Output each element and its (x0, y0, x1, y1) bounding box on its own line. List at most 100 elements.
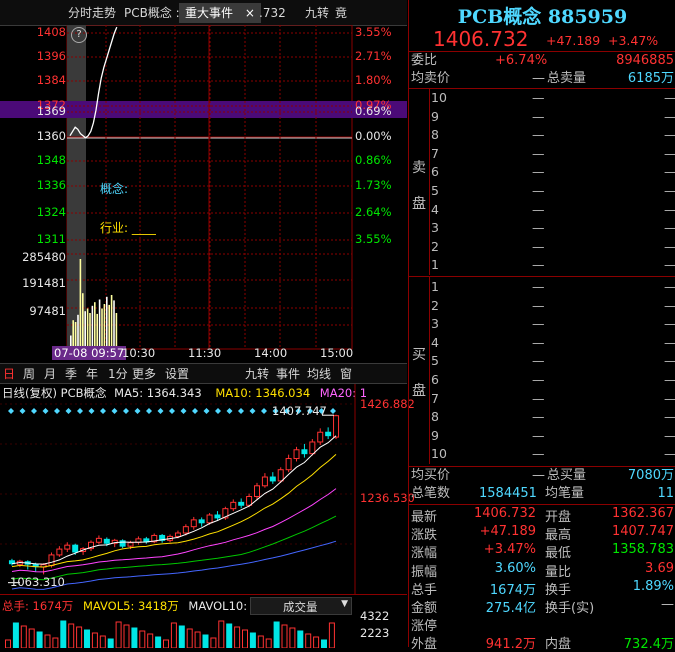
weicha-value: 8946885 (616, 53, 674, 68)
sell-volume: — (664, 90, 675, 105)
volume-axis-2: 2223 (360, 626, 390, 640)
stat-value-left: 1674万 (489, 582, 536, 598)
candle-body (103, 538, 110, 544)
candle-body (214, 514, 221, 519)
top-tab-bar: 分时走势 PCB概念 : 重大事件 × .732 九转 竟 (0, 0, 407, 26)
volume-axis-label: 191481 (22, 276, 66, 290)
quote-price: 1406.732 (433, 27, 529, 51)
candle-body (48, 554, 55, 567)
price-axis-label: 1324 (36, 205, 66, 219)
sell-price: — (532, 164, 545, 180)
stat-label-left: 振幅 (411, 564, 438, 580)
tab-period-season[interactable]: 季 (65, 365, 77, 382)
kline-volume-bar (91, 632, 98, 648)
kline-high-label: 1407.747 (272, 404, 327, 418)
intraday-volume-bar (91, 305, 94, 349)
tab-period-settings[interactable]: 设置 (165, 365, 189, 382)
tab-nine-turn-k[interactable]: 九转 (245, 365, 269, 382)
candle-body (246, 496, 253, 506)
stat-value-left: 941.2万 (485, 637, 536, 652)
buy-price: — (532, 353, 545, 369)
tab-window-k[interactable]: 窗 (340, 365, 352, 382)
signal-diamond-icon (65, 408, 72, 414)
intraday-volume-bar (103, 304, 106, 349)
kline-volume-bar (123, 624, 130, 648)
signal-diamond-icon (169, 408, 175, 414)
close-icon[interactable]: × (245, 6, 255, 20)
tab-ma-k[interactable]: 均线 (307, 365, 331, 382)
kline-low-label: 1063.310 (10, 575, 65, 589)
intraday-chart[interactable]: 1408 1396 1384 1372 1369 1360 1348 1336 1324 1311… (0, 25, 407, 363)
tab-nine-turn[interactable]: 九转 (305, 3, 329, 23)
tab-period-day[interactable]: 日 (3, 365, 15, 382)
kline-chart[interactable]: 日线(复权) PCB概念 MA5: 1364.343 MA10: 1346.03… (0, 384, 415, 594)
buy-level: 7 (431, 390, 439, 406)
avg-trade-label: 均笔量 (545, 486, 585, 501)
candle-body (309, 441, 316, 455)
volume-bars-svg (5, 620, 335, 648)
industry-label: 行业: ____ (100, 219, 156, 236)
kline-volume-bar (242, 629, 248, 648)
sell-volume: — (664, 127, 675, 142)
help-icon[interactable]: ? (71, 27, 87, 43)
time-axis-label: 11:30 (188, 346, 222, 360)
candle-body (254, 485, 260, 498)
tab-bid[interactable]: 竟 (335, 3, 347, 23)
candle-body (277, 469, 284, 482)
total-bid-value: 7080万 (627, 468, 674, 483)
intraday-volume-bar (82, 293, 84, 349)
kline-volume-bar (202, 634, 209, 648)
quote-code: 885959 (547, 6, 628, 28)
tab-period-year[interactable]: 年 (86, 365, 98, 382)
buy-price: — (532, 409, 545, 425)
tab-period-week[interactable]: 周 (23, 365, 35, 382)
candle-body (317, 431, 324, 443)
buy-level: 5 (431, 353, 439, 369)
candle-body (333, 415, 340, 438)
weibi-row: 委比 +6.74% 8946885 (409, 52, 675, 70)
sell-price: — (532, 183, 545, 198)
intraday-volume-bar (94, 302, 96, 349)
tab-period-more[interactable]: 更多 (132, 365, 156, 382)
buy-level: 10 (431, 446, 447, 462)
total-ask-value: 6185万 (627, 71, 674, 86)
industry-value: ____ (131, 221, 156, 235)
buy-label-2: 盘 (412, 383, 426, 399)
kline-axis-mid: 1236.530 (360, 491, 415, 505)
buy-volume: — (664, 335, 675, 350)
signal-diamond-icon (8, 408, 14, 414)
pct-axis-label: 0.86% (355, 153, 392, 167)
stat-value-right: 1362.367 (611, 506, 674, 521)
tab-concept[interactable]: PCB概念 : (124, 3, 180, 23)
kline-volume-bar (131, 627, 138, 648)
sell-price: — (532, 108, 545, 124)
kline-svg (0, 384, 356, 594)
stat-label-left: 外盘 (411, 637, 438, 652)
signal-diamond-icon (215, 408, 221, 414)
pct-axis-label: 0.00% (355, 129, 392, 143)
kline-volume-bar (170, 622, 177, 648)
pct-axis-label: 0.69% (355, 104, 392, 118)
kline-volume-bar (139, 630, 146, 648)
tab-minute-trend[interactable]: 分时走势 (68, 3, 116, 23)
bid-avg-value: — (532, 468, 545, 483)
stat-value-left: 3.60% (494, 560, 536, 576)
pct-axis-label: 3.55% (355, 232, 392, 246)
tab-events-k[interactable]: 事件 (276, 365, 300, 382)
kline-volume-bar (297, 630, 304, 648)
bid-summary-row: 均买价 — 总买量 7080万 (409, 467, 675, 485)
buy-volume: — (664, 391, 675, 406)
total-ask-label: 总卖量 (547, 71, 587, 86)
kline-volume-bar (281, 624, 288, 648)
kline-volume-bar (147, 633, 154, 648)
intraday-volume-bar (113, 300, 115, 349)
volume-chart[interactable]: 总手: 1674万 MAVOL5: 3418万 MAVOL10: 3 成交量 ▼… (0, 594, 407, 648)
tab-period-1min[interactable]: 1分 (108, 365, 128, 382)
intraday-volume-bar (72, 320, 74, 349)
buy-volume: — (664, 372, 675, 387)
stat-label-right: 量比 (545, 564, 572, 580)
tab-major-event[interactable]: 重大事件 × (179, 3, 261, 23)
stat-value-left: 275.4亿 (485, 601, 536, 616)
stat-value-right: 732.4万 (623, 637, 674, 652)
tab-period-month[interactable]: 月 (44, 365, 56, 382)
